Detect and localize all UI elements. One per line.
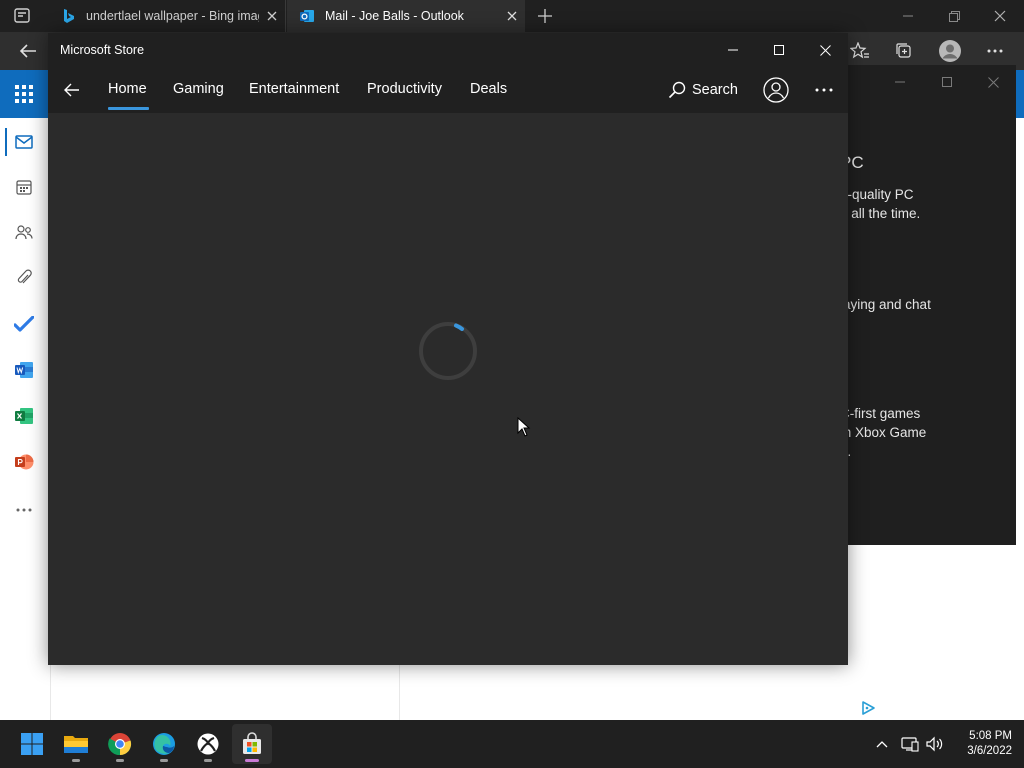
store-navigation-bar: Home Gaming Entertainment Productivity D…	[48, 67, 848, 113]
loading-spinner	[416, 319, 480, 383]
favorites-icon[interactable]	[846, 37, 874, 65]
network-icon[interactable]	[900, 734, 920, 754]
new-tab-icon[interactable]	[533, 4, 557, 28]
tab-title: undertlael wallpaper - Bing images	[86, 9, 259, 23]
mail-icon[interactable]	[12, 130, 36, 154]
profile-avatar-icon[interactable]	[936, 37, 964, 65]
search-icon	[668, 81, 686, 99]
browser-minimize-icon[interactable]	[885, 0, 931, 32]
bing-icon	[60, 8, 76, 24]
file-explorer-icon[interactable]	[56, 724, 96, 764]
close-icon[interactable]	[973, 71, 1013, 93]
outlook-app-rail	[0, 70, 48, 720]
browser-close-icon[interactable]	[977, 0, 1023, 32]
browser-restore-icon[interactable]	[931, 0, 977, 32]
minimize-icon[interactable]	[880, 71, 920, 93]
outlook-icon	[299, 8, 315, 24]
close-tab-icon[interactable]	[499, 3, 525, 29]
account-icon[interactable]	[763, 77, 789, 103]
system-clock[interactable]: 5:08 PM 3/6/2022	[948, 729, 1012, 759]
background-text-line: laying and chat	[840, 297, 931, 312]
attachment-icon[interactable]	[12, 266, 36, 290]
tab-title: Mail - Joe Balls - Outlook	[325, 9, 464, 23]
calendar-icon[interactable]	[12, 175, 36, 199]
minimize-icon[interactable]	[710, 33, 756, 67]
mouse-cursor-icon	[517, 417, 531, 437]
chevron-up-icon[interactable]	[872, 734, 892, 754]
microsoft-store-window: Microsoft Store Home Gaming Entertainmen…	[48, 33, 848, 665]
app-launcher-icon[interactable]	[0, 70, 48, 118]
clock-date: 3/6/2022	[967, 745, 1012, 757]
nav-productivity[interactable]: Productivity	[367, 81, 442, 97]
nav-entertainment[interactable]: Entertainment	[249, 81, 339, 97]
background-text-line: C-first games	[840, 406, 921, 421]
maximize-icon[interactable]	[927, 71, 967, 93]
xbox-icon[interactable]	[188, 724, 228, 764]
browser-tab-bing[interactable]: undertlael wallpaper - Bing images	[48, 0, 286, 32]
nav-deals[interactable]: Deals	[470, 81, 507, 97]
microsoft-store-icon[interactable]	[232, 724, 272, 764]
browser-menu-icon[interactable]	[981, 37, 1009, 65]
browser-back-icon[interactable]	[14, 37, 42, 65]
nav-home[interactable]: Home	[108, 81, 147, 97]
store-title-bar: Microsoft Store	[48, 33, 848, 67]
collections-icon[interactable]	[890, 37, 918, 65]
clock-time: 5:08 PM	[969, 730, 1012, 742]
background-text-line: m Xbox Game	[840, 425, 927, 440]
back-button[interactable]	[56, 75, 88, 105]
nav-gaming[interactable]: Gaming	[173, 81, 224, 97]
people-icon[interactable]	[12, 220, 36, 244]
background-text-line: n-quality PC	[840, 187, 914, 202]
browser-tab-bar: undertlael wallpaper - Bing images Mail …	[0, 0, 1024, 32]
browser-tab-outlook[interactable]: Mail - Joe Balls - Outlook	[287, 0, 525, 32]
background-text-line: d all the time.	[840, 206, 921, 221]
maximize-icon[interactable]	[756, 33, 802, 67]
close-tab-icon[interactable]	[259, 3, 285, 29]
volume-icon[interactable]	[925, 734, 945, 754]
more-apps-icon[interactable]	[12, 498, 36, 522]
close-icon[interactable]	[802, 33, 848, 67]
more-options-icon[interactable]	[810, 79, 838, 101]
powerpoint-icon[interactable]	[12, 450, 36, 474]
chrome-icon[interactable]	[100, 724, 140, 764]
word-icon[interactable]	[12, 358, 36, 382]
taskbar: 5:08 PM 3/6/2022	[0, 720, 1024, 768]
tab-actions-icon[interactable]	[12, 7, 34, 25]
excel-icon[interactable]	[12, 404, 36, 428]
search-label: Search	[692, 82, 738, 98]
search-button[interactable]: Search	[668, 77, 738, 103]
window-title: Microsoft Store	[60, 43, 145, 57]
ad-choices-icon[interactable]	[860, 700, 876, 716]
active-nav-indicator	[108, 107, 149, 110]
windows-start-icon[interactable]	[12, 724, 52, 764]
edge-icon[interactable]	[144, 724, 184, 764]
todo-icon[interactable]	[12, 312, 36, 336]
